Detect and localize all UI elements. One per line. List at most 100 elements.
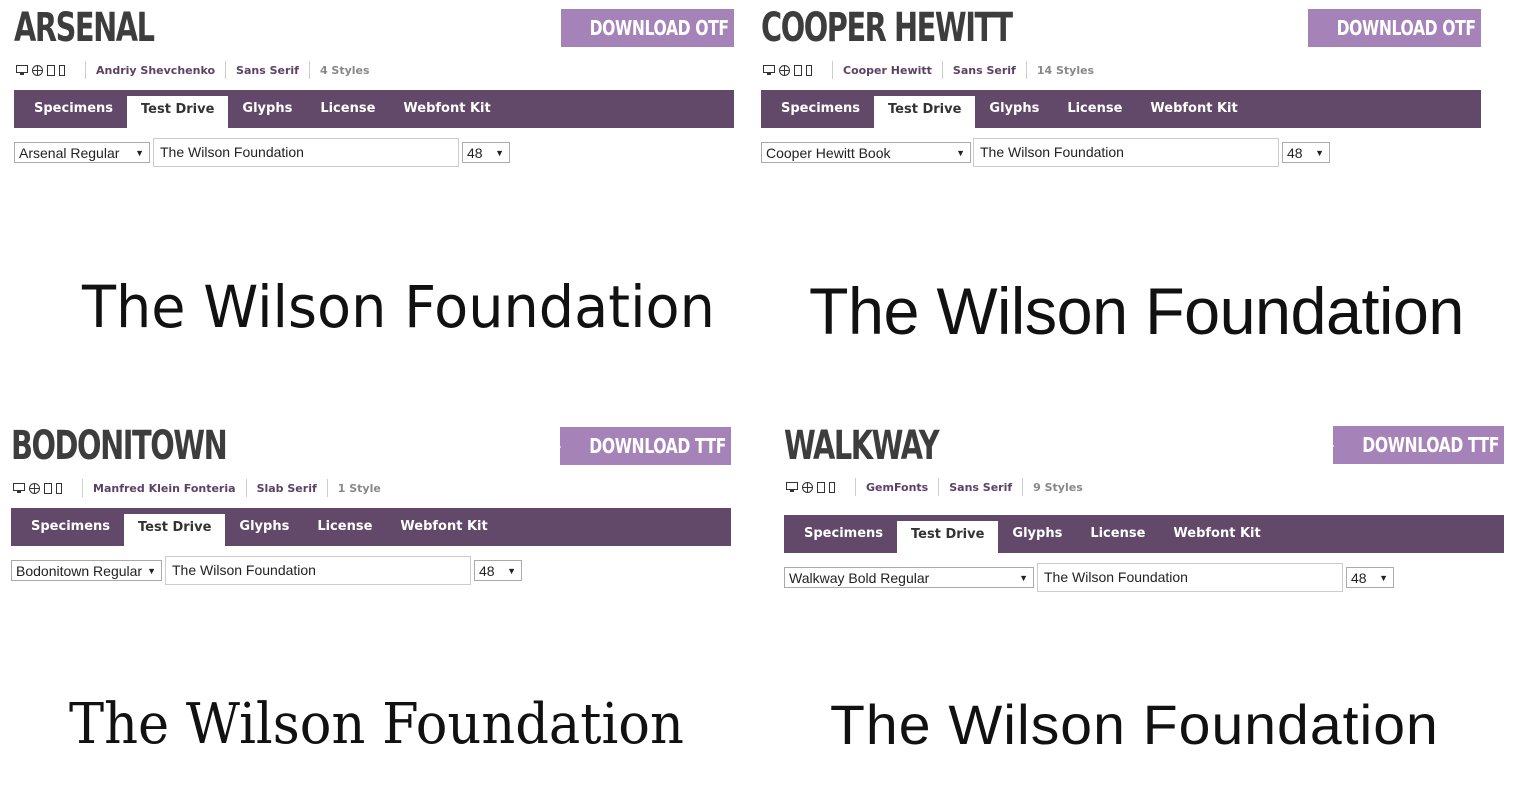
tab-webfont-kit[interactable]: Webfont Kit [386,508,501,546]
divider [245,479,247,497]
size-select[interactable]: 48 ▼ [474,560,522,581]
sample-text-input[interactable]: The Wilson Foundation [973,138,1279,167]
web-icon [29,482,40,494]
font-tabs: Specimens Test Drive Glyphs License Webf… [14,90,734,128]
download-arrow-icon [1319,437,1334,454]
category-link[interactable]: Sans Serif [953,64,1016,77]
web-icon [802,481,813,493]
font-tabs: Specimens Test Drive Glyphs License Webf… [784,515,1504,553]
tab-specimens[interactable]: Specimens [790,515,897,553]
desktop-icon [786,481,798,492]
author-link[interactable]: Cooper Hewitt [843,64,932,77]
download-arrow-icon [1294,20,1309,37]
size-select[interactable]: 48 ▼ [1346,567,1394,588]
download-button[interactable]: DOWNLOAD TTF [546,427,731,465]
sample-text-input[interactable]: The Wilson Foundation [153,138,459,167]
font-meta: GemFonts Sans Serif 9 Styles [786,477,1083,497]
divider [326,479,328,497]
download-button[interactable]: DOWNLOAD OTF [1294,9,1481,47]
font-preview: The Wilson Foundation [69,692,684,757]
divider [1022,478,1024,496]
download-label: DOWNLOAD TTF [1362,433,1499,457]
author-link[interactable]: Andriy Shevchenko [96,64,215,77]
divider [832,61,833,79]
divider [938,478,940,496]
tab-specimens[interactable]: Specimens [767,90,874,128]
style-select[interactable]: Walkway Bold Regular ▼ [784,567,1034,588]
tab-test-drive[interactable]: Test Drive [124,514,226,546]
dropdown-arrow-icon: ▼ [1019,573,1028,583]
tab-glyphs[interactable]: Glyphs [998,515,1076,553]
style-select[interactable]: Bodonitown Regular ▼ [11,560,162,581]
desktop-icon [763,64,775,75]
font-card-bodonitown: BODONITOWN DOWNLOAD TTF Manfred Klein Fo… [11,420,731,799]
phone-icon [56,482,62,494]
web-icon [32,64,43,76]
tab-license[interactable]: License [1053,90,1136,128]
download-button[interactable]: DOWNLOAD OTF [547,9,734,47]
desktop-icon [13,482,25,493]
font-title: WALKWAY [784,423,940,469]
tab-glyphs[interactable]: Glyphs [975,90,1053,128]
dropdown-arrow-icon: ▼ [1315,148,1324,158]
style-select[interactable]: Cooper Hewitt Book ▼ [761,142,971,163]
style-select-value: Bodonitown Regular [16,563,143,579]
font-preview: The Wilson Foundation [830,693,1439,756]
font-tabs: Specimens Test Drive Glyphs License Webf… [761,90,1481,128]
phone-icon [59,64,65,76]
dropdown-arrow-icon: ▼ [1379,573,1388,583]
font-title: COOPER HEWITT [761,5,1013,51]
tab-glyphs[interactable]: Glyphs [225,508,303,546]
author-link[interactable]: Manfred Klein Fonteria [93,482,236,495]
tab-specimens[interactable]: Specimens [20,90,127,128]
style-select-value: Cooper Hewitt Book [766,145,891,161]
divider [225,61,227,79]
styles-count: 9 Styles [1033,480,1083,494]
size-select[interactable]: 48 ▼ [462,142,510,163]
tablet-icon [44,482,52,494]
tablet-icon [794,64,802,76]
web-icon [779,64,790,76]
font-title: BODONITOWN [11,423,228,469]
category-link[interactable]: Sans Serif [949,481,1012,494]
dropdown-arrow-icon: ▼ [495,148,504,158]
tab-license[interactable]: License [1076,515,1159,553]
platform-icons [763,64,822,76]
dropdown-arrow-icon: ▼ [956,148,965,158]
tab-specimens[interactable]: Specimens [17,508,124,546]
phone-icon [829,481,835,493]
category-link[interactable]: Slab Serif [257,482,317,495]
category-link[interactable]: Sans Serif [236,64,299,77]
font-card-walkway: WALKWAY DOWNLOAD TTF GemFonts Sans Serif… [784,420,1504,799]
download-button[interactable]: DOWNLOAD TTF [1319,426,1504,464]
styles-count: 4 Styles [319,63,370,77]
font-preview: The Wilson Foundation [809,274,1464,348]
tab-license[interactable]: License [306,90,389,128]
author-link[interactable]: GemFonts [866,481,928,494]
font-title: ARSENAL [14,5,155,51]
tablet-icon [817,481,825,493]
size-select-value: 48 [479,563,495,579]
tab-webfont-kit[interactable]: Webfont Kit [389,90,504,128]
tab-test-drive[interactable]: Test Drive [897,521,999,553]
sample-text-input[interactable]: The Wilson Foundation [1037,563,1343,592]
download-label: DOWNLOAD OTF [1336,16,1477,40]
download-label: DOWNLOAD TTF [589,434,726,458]
tab-webfont-kit[interactable]: Webfont Kit [1159,515,1274,553]
divider [941,61,943,79]
divider [82,479,83,497]
tab-license[interactable]: License [303,508,386,546]
tab-glyphs[interactable]: Glyphs [228,90,306,128]
tab-webfont-kit[interactable]: Webfont Kit [1136,90,1251,128]
phone-icon [806,64,812,76]
size-select[interactable]: 48 ▼ [1282,142,1330,163]
size-select-value: 48 [1287,145,1303,161]
style-select[interactable]: Arsenal Regular ▼ [14,142,150,163]
tab-test-drive[interactable]: Test Drive [127,96,229,128]
dropdown-arrow-icon: ▼ [147,566,156,576]
platform-icons [16,64,75,76]
divider [308,61,310,79]
sample-text-input[interactable]: The Wilson Foundation [165,556,471,585]
size-select-value: 48 [1351,570,1367,586]
tab-test-drive[interactable]: Test Drive [874,96,976,128]
